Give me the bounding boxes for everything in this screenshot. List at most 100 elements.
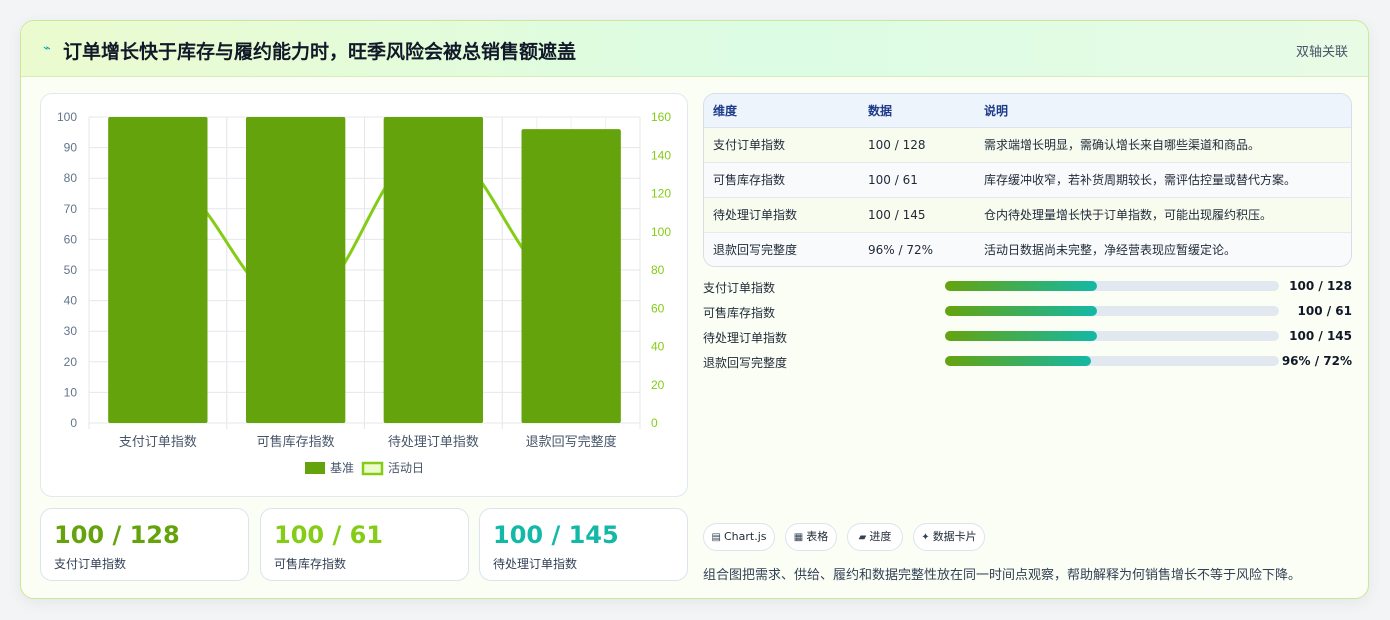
kpi-card-paid-orders: 100 / 128 支付订单指数 <box>40 508 249 581</box>
progress-value: 100 / 61 <box>1297 304 1353 318</box>
legend-label-activity: 活动日 <box>388 461 424 475</box>
x-category-label: 退款回写完整度 <box>526 434 617 450</box>
y-left-tick-label: 10 <box>64 385 78 399</box>
progress-row: 退款回写完整度 96% / 72% <box>703 352 1352 377</box>
bar-baseline-front <box>246 117 346 423</box>
y-right-tick-label: 140 <box>651 148 671 162</box>
dashboard-card: ⌁ 订单增长快于库存与履约能力时，旺季风险会被总销售额遮盖 双轴关联 0 10 20… <box>20 20 1369 599</box>
progress-label: 支付订单指数 <box>703 281 776 295</box>
sparkle-icon: ✦ <box>921 532 930 543</box>
progress-track <box>945 306 1279 316</box>
progress-fill <box>945 356 1091 366</box>
dual-axis-badge: 双轴关联 <box>1295 45 1348 60</box>
progress-icon: ▰ <box>858 532 867 543</box>
kpi-value: 100 / 145 <box>493 521 619 549</box>
col-header-dimension: 维度 <box>704 94 859 128</box>
progress-row: 支付订单指数 100 / 128 <box>703 277 1352 302</box>
table-icon: ▦ <box>793 532 804 543</box>
y-left-tick-label: 90 <box>64 141 78 155</box>
progress-track <box>945 356 1279 366</box>
y-left-tick-label: 0 <box>70 416 77 430</box>
footnote: 组合图把需求、供给、履约和数据完整性放在同一时间点观察，帮助解释为何销售增长不等… <box>703 568 1302 583</box>
progress-list: 支付订单指数 100 / 128 可售库存指数 100 / 61 待处理订单指数… <box>703 277 1352 377</box>
col-header-data: 数据 <box>859 94 975 128</box>
chip-data-cards[interactable]: ✦ 数据卡片 <box>913 523 985 551</box>
progress-fill <box>945 306 1097 316</box>
progress-label: 退款回写完整度 <box>703 356 788 370</box>
chip-table[interactable]: ▦ 表格 <box>785 523 837 551</box>
table-cell: 100 / 61 <box>859 162 975 198</box>
bar-baseline-front <box>521 129 621 424</box>
table-cell: 96% / 72% <box>859 232 975 266</box>
col-header-description: 说明 <box>975 94 1351 128</box>
y-right-tick-label: 100 <box>651 225 671 239</box>
kpi-card-inventory: 100 / 61 可售库存指数 <box>260 508 469 581</box>
chip-label: Chart.js <box>723 530 767 543</box>
card-header: ⌁ 订单增长快于库存与履约能力时，旺季风险会被总销售额遮盖 双轴关联 <box>21 21 1368 77</box>
legend-swatch-baseline <box>305 462 325 474</box>
progress-fill <box>945 331 1097 341</box>
kpi-value: 100 / 128 <box>54 521 180 549</box>
legend-label-baseline: 基准 <box>330 461 354 475</box>
bar-baseline-front <box>108 117 208 423</box>
table-cell: 待处理订单指数 <box>704 197 859 233</box>
trend-spark-icon: ⌁ <box>43 41 51 56</box>
x-category-label: 支付订单指数 <box>119 435 197 450</box>
chip-label: 数据卡片 <box>932 530 977 543</box>
chip-chartjs[interactable]: ▤ Chart.js <box>703 523 775 551</box>
table-cell: 仓内待处理量增长快于订单指数，可能出现履约积压。 <box>975 197 1351 233</box>
chart-icon: ▤ <box>711 532 721 543</box>
progress-value: 100 / 128 <box>1289 279 1352 293</box>
legend-swatch-activity <box>361 461 384 476</box>
progress-value: 100 / 145 <box>1289 329 1352 343</box>
table-header-row: 维度 数据 说明 <box>704 94 1351 128</box>
y-left-tick-label: 70 <box>64 202 78 216</box>
table-row: 可售库存指数 100 / 61 库存缓冲收窄，若补货周期较长，需评估控量或替代方… <box>704 162 1351 198</box>
table-row: 支付订单指数 100 / 128 需求端增长明显，需确认增长来自哪些渠道和商品。 <box>704 127 1351 163</box>
progress-track <box>945 331 1279 341</box>
progress-label: 可售库存指数 <box>703 306 776 320</box>
table-cell: 需求端增长明显，需确认增长来自哪些渠道和商品。 <box>975 127 1351 163</box>
y-right-tick-label: 0 <box>651 416 658 430</box>
table-row: 退款回写完整度 96% / 72% 活动日数据尚未完整，净经营表现应暂缓定论。 <box>704 232 1351 266</box>
kpi-label: 支付订单指数 <box>54 557 127 571</box>
x-category-label: 待处理订单指数 <box>388 435 479 450</box>
progress-row: 待处理订单指数 100 / 145 <box>703 327 1352 352</box>
kpi-value: 100 / 61 <box>274 521 383 549</box>
table-cell: 支付订单指数 <box>704 127 859 163</box>
x-category-label: 可售库存指数 <box>257 434 335 450</box>
progress-track <box>945 281 1279 291</box>
y-left-tick-label: 100 <box>57 110 77 124</box>
page-title: 订单增长快于库存与履约能力时，旺季风险会被总销售额遮盖 <box>63 41 577 63</box>
y-left-tick-label: 60 <box>64 232 78 246</box>
table-row: 待处理订单指数 100 / 145 仓内待处理量增长快于订单指数，可能出现履约积… <box>704 197 1351 233</box>
y-left-tick-label: 80 <box>64 171 78 185</box>
y-left-tick-label: 40 <box>64 294 78 308</box>
table-cell: 退款回写完整度 <box>704 232 859 266</box>
kpi-label: 待处理订单指数 <box>493 557 578 571</box>
chip-label: 进度 <box>869 530 892 543</box>
kpi-card-pending-orders: 100 / 145 待处理订单指数 <box>479 508 688 581</box>
table-cell: 库存缓冲收窄，若补货周期较长，需评估控量或替代方案。 <box>975 162 1351 198</box>
y-right-tick-label: 20 <box>651 378 665 392</box>
y-right-tick-label: 60 <box>651 301 665 315</box>
table-cell: 100 / 128 <box>859 127 975 163</box>
bar-baseline-front <box>383 117 483 423</box>
y-left-tick-label: 50 <box>64 263 78 277</box>
chip-progress[interactable]: ▰ 进度 <box>847 523 903 551</box>
y-right-tick-label: 120 <box>651 187 671 201</box>
progress-label: 待处理订单指数 <box>703 331 788 345</box>
combo-chart: 0 10 20 30 40 50 60 70 80 90 100 0 20 40 60 80 100 120 140… <box>57 110 671 476</box>
y-left-tick-label: 20 <box>64 355 78 369</box>
table-cell: 活动日数据尚未完整，净经营表现应暂缓定论。 <box>975 232 1351 266</box>
y-left-tick-label: 30 <box>64 324 78 338</box>
metrics-table: 维度 数据 说明 支付订单指数 100 / 128 需求端增长明显，需确认增长来… <box>703 93 1352 267</box>
combo-chart-panel: 0 10 20 30 40 50 60 70 80 90 100 0 20 40 60 80 100 120 140… <box>40 93 688 497</box>
y-right-tick-label: 160 <box>651 110 671 124</box>
table-cell: 100 / 145 <box>859 197 975 233</box>
table-cell: 可售库存指数 <box>704 162 859 198</box>
y-right-tick-label: 40 <box>651 340 665 354</box>
y-right-tick-label: 80 <box>651 263 665 277</box>
progress-fill <box>945 281 1097 291</box>
progress-row: 可售库存指数 100 / 61 <box>703 302 1352 327</box>
